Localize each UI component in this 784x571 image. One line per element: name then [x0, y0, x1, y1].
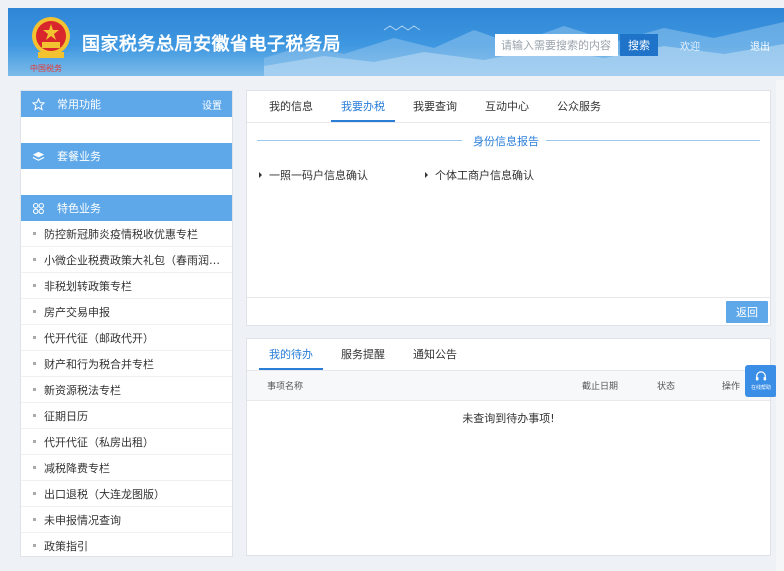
sidebar-item[interactable]: 财产和行为税合并专栏 [21, 351, 232, 377]
tab-my-info[interactable]: 我的信息 [259, 91, 323, 122]
grid-icon [31, 201, 45, 215]
sidebar-item-label: 房产交易申报 [44, 305, 110, 319]
column-header-action: 操作 [722, 382, 741, 392]
sidebar-item[interactable]: 防控新冠肺炎疫情税收优惠专栏 [21, 221, 232, 247]
column-header-name: 事项名称 [267, 382, 304, 392]
bullet-icon [33, 362, 36, 365]
sidebar-item-label: 防控新冠肺炎疫情税收优惠专栏 [44, 227, 198, 241]
business-link[interactable]: 一照一码户信息确认 [259, 167, 368, 183]
sidebar-item-label: 减税降费专栏 [44, 461, 110, 475]
online-help-button[interactable]: 在线帮助 [745, 365, 777, 397]
sidebar-section-common[interactable]: 常用功能 设置 [21, 91, 232, 117]
site-header: 中国税务 国家税务总局安徽省电子税务局 搜索 欢迎 退出 [8, 8, 784, 76]
bullet-icon [33, 544, 36, 547]
column-header-deadline: 截止日期 [582, 382, 619, 392]
column-header-status: 状态 [657, 382, 676, 392]
tab-query[interactable]: 我要查询 [403, 91, 467, 122]
common-functions-list [21, 117, 232, 143]
back-button[interactable]: 返回 [726, 301, 768, 323]
tab-my-todo[interactable]: 我的待办 [259, 339, 323, 370]
search-input[interactable] [495, 34, 618, 56]
sidebar-item[interactable]: 代开代征（邮政代开） [21, 325, 232, 351]
sidebar-item[interactable]: 减税降费专栏 [21, 455, 232, 481]
sidebar-item[interactable]: 房产交易申报 [21, 299, 232, 325]
tax-service-panel: 我的信息 我要办税 我要查询 互动中心 公众服务 身份信息报告 一照一码户信息确… [246, 90, 771, 326]
bullet-icon [33, 336, 36, 339]
bullet-icon [33, 310, 36, 313]
section-title: 身份信息报告 [473, 135, 539, 148]
sidebar-item-label: 小微企业税费政策大礼包（春雨润苗） [44, 253, 231, 267]
caret-right-icon [259, 172, 262, 178]
online-help-label: 在线帮助 [750, 385, 771, 391]
sidebar-item[interactable]: 政策指引 [21, 533, 232, 559]
business-link-label: 一照一码户信息确认 [269, 169, 368, 182]
section-header: 身份信息报告 [257, 133, 760, 148]
main-tabs: 我的信息 我要办税 我要查询 互动中心 公众服务 [247, 91, 770, 123]
search-button[interactable]: 搜索 [620, 34, 658, 56]
bullet-icon [33, 440, 36, 443]
sidebar-item-label: 征期日历 [44, 409, 88, 423]
tab-public-service[interactable]: 公众服务 [547, 91, 611, 122]
logout-link[interactable]: 退出 [750, 38, 770, 53]
tab-notices[interactable]: 通知公告 [403, 339, 467, 370]
tab-service-reminder[interactable]: 服务提醒 [331, 339, 395, 370]
sidebar-item-label: 财产和行为税合并专栏 [44, 357, 154, 371]
todo-panel: 我的待办 服务提醒 通知公告 事项名称 截止日期 状态 操作 未查询到待办事项! [246, 338, 771, 556]
sidebar-item[interactable]: 出口退税（大连龙图版） [21, 481, 232, 507]
featured-business-list: 防控新冠肺炎疫情税收优惠专栏 小微企业税费政策大礼包（春雨润苗） 非税划转政策专… [21, 221, 232, 559]
caret-right-icon [425, 172, 428, 178]
sidebar-item-label: 代开代征（私房出租） [44, 435, 154, 449]
sidebar-section-featured[interactable]: 特色业务 [21, 195, 232, 221]
table-header: 事项名称 截止日期 状态 操作 [247, 371, 770, 401]
settings-link[interactable]: 设置 [202, 97, 222, 112]
sidebar: 常用功能 设置 套餐业务 特色业务 防控新冠肺炎疫情税收优惠专栏 小微企业税费政… [20, 90, 233, 559]
sidebar-item-label: 新资源税法专栏 [44, 383, 121, 397]
bullet-icon [33, 232, 36, 235]
bullet-icon [33, 284, 36, 287]
sidebar-item-label: 未申报情况查询 [44, 513, 121, 527]
star-icon [31, 97, 45, 111]
bullet-icon [33, 258, 36, 261]
bullet-icon [33, 414, 36, 417]
sidebar-item[interactable]: 新资源税法专栏 [21, 377, 232, 403]
bullet-icon [33, 388, 36, 391]
bullet-icon [33, 466, 36, 469]
headset-icon [755, 371, 767, 381]
welcome-text: 欢迎 [680, 42, 700, 53]
divider [257, 140, 462, 141]
bullet-icon [33, 518, 36, 521]
tab-do-tax[interactable]: 我要办税 [331, 91, 395, 122]
sidebar-item[interactable]: 代开代征（私房出租） [21, 429, 232, 455]
sidebar-item[interactable]: 征期日历 [21, 403, 232, 429]
sidebar-item-label: 政策指引 [44, 539, 88, 553]
sidebar-item-label: 出口退税（大连龙图版） [44, 487, 165, 501]
tab-interaction-center[interactable]: 互动中心 [475, 91, 539, 122]
todo-tabs: 我的待办 服务提醒 通知公告 [247, 339, 770, 371]
divider [546, 140, 760, 141]
site-title: 国家税务总局安徽省电子税务局 [82, 34, 341, 55]
business-link-label: 个体工商户信息确认 [435, 169, 534, 182]
empty-state-message: 未查询到待办事项! [462, 412, 555, 425]
panel-footer: 返回 [247, 297, 770, 325]
sidebar-section-packages[interactable]: 套餐业务 [21, 143, 232, 169]
layers-icon [31, 149, 45, 163]
page-edge [776, 80, 784, 571]
emblem-caption: 中国税务 [30, 64, 62, 73]
package-business-list [21, 169, 232, 195]
sidebar-item[interactable]: 小微企业税费政策大礼包（春雨润苗） [21, 247, 232, 273]
sidebar-section-label: 套餐业务 [57, 150, 101, 163]
sidebar-section-label: 常用功能 [57, 98, 101, 111]
sidebar-item-label: 代开代征（邮政代开） [44, 331, 154, 345]
sidebar-item-label: 非税划转政策专栏 [44, 279, 132, 293]
sidebar-section-label: 特色业务 [57, 202, 101, 215]
sidebar-item[interactable]: 未申报情况查询 [21, 507, 232, 533]
sidebar-item[interactable]: 非税划转政策专栏 [21, 273, 232, 299]
bullet-icon [33, 492, 36, 495]
tax-emblem-icon [32, 17, 70, 58]
business-link[interactable]: 个体工商户信息确认 [425, 167, 534, 183]
